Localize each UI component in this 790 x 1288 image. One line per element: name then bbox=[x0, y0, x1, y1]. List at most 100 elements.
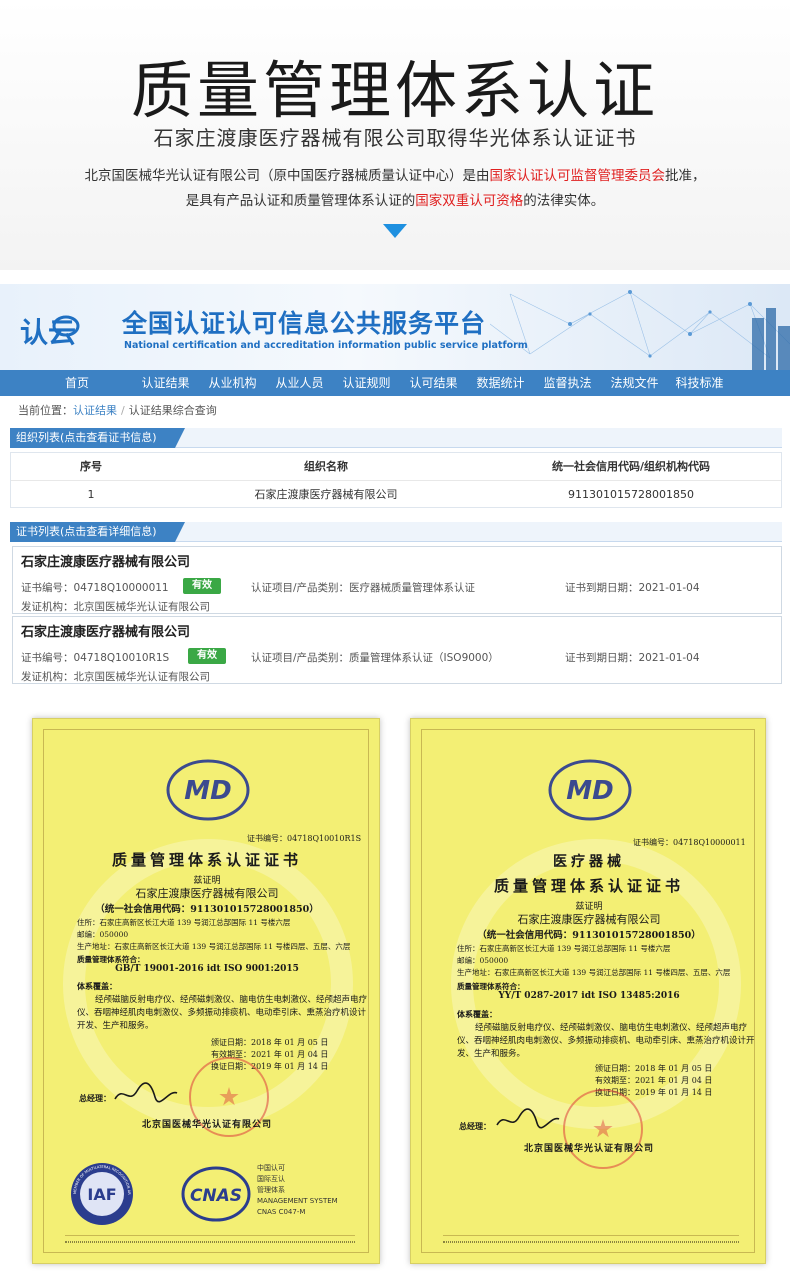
seal-stamp-icon bbox=[563, 1089, 643, 1169]
platform-screenshot: 认云 全国认证认可信息公共服务平台 National certification… bbox=[0, 284, 790, 690]
cert-issue-date: 颁证日期：2018 年 01 月 05 日 bbox=[595, 1064, 713, 1073]
page-title: 质量管理体系认证 bbox=[130, 54, 659, 127]
platform-logo-icon: 认云 bbox=[20, 315, 80, 349]
cert-issuer: 北京国医械华光认证有限公司 bbox=[523, 1144, 654, 1154]
breadcrumb-label: 当前位置： bbox=[18, 404, 73, 417]
nav-standards[interactable]: 科技标准 bbox=[668, 370, 731, 396]
intro-section: 质量管理体系认证 石家庄渡康医疗器械有限公司取得华光体系认证证书 北京国医械华光… bbox=[0, 0, 790, 270]
cert-standard: YY/T 0287-2017 idt ISO 13485:2016 bbox=[498, 991, 680, 1001]
cert-postcode: 邮编：050000 bbox=[457, 956, 509, 965]
cert-postcode: 邮编：050000 bbox=[77, 930, 129, 939]
desc-line2-highlight: 国家双重认可资格 bbox=[415, 193, 524, 209]
breadcrumb-link[interactable]: 认证结果 bbox=[73, 404, 117, 417]
nav-supervision[interactable]: 监督执法 bbox=[534, 370, 601, 396]
cert-list-item[interactable]: 石家庄渡康医疗器械有限公司 证书编号：04718Q10000011 有效 认证项… bbox=[12, 546, 782, 614]
intro-description: 北京国医械华光认证有限公司（原中国医疗器械质量认证中心）是由国家认证认可监督管理… bbox=[40, 164, 750, 214]
cert-site-address: 生产地址：石家庄高新区长江大道 139 号润江总部国际 11 号楼四层、五层、六… bbox=[457, 968, 731, 977]
nav-cert-results[interactable]: 认证结果 bbox=[132, 370, 199, 396]
cnas-logo-icon: CNAS bbox=[181, 1166, 251, 1222]
status-badge: 有效 bbox=[188, 648, 226, 664]
iaf-logo-text: IAF bbox=[87, 1185, 116, 1204]
arrow-down-icon bbox=[383, 224, 407, 238]
cert-standard: GB/T 19001-2016 idt ISO 9001:2015 bbox=[115, 964, 299, 974]
platform-title-en: National certification and accreditation… bbox=[124, 340, 528, 351]
signature-icon bbox=[496, 1108, 560, 1129]
cnas-caption: 中国认可 国际互认 管理体系 MANAGEMENT SYSTEM CNAS C0… bbox=[257, 1163, 338, 1218]
cert-list-item[interactable]: 石家庄渡康医疗器械有限公司 证书编号：04718Q10010R1S 有效 认证项… bbox=[12, 616, 782, 684]
cnas-line: CNAS C047-M bbox=[257, 1208, 306, 1216]
footer-divider bbox=[443, 1235, 739, 1236]
cert-scope: 经颅磁脑反射电疗仪、经颅磁刺激仪、脑电仿生电刺激仪、经颅超声电疗仪、吞咽神经肌肉… bbox=[77, 995, 368, 1031]
nav-accreditation[interactable]: 认可结果 bbox=[400, 370, 467, 396]
nav-regulations[interactable]: 法规文件 bbox=[601, 370, 668, 396]
desc-line1-a: 北京国医械华光认证有限公司（原中国医疗器械质量认证中心）是由 bbox=[84, 168, 490, 184]
cert-site-address: 生产地址：石家庄高新区长江大道 139 号润江总部国际 11 号楼四层、五层、六… bbox=[77, 942, 351, 951]
cert-valid-until: 有效期至：2021 年 01 月 04 日 bbox=[595, 1076, 713, 1085]
cert-scope: 经颅磁脑反射电疗仪、经颅磁刺激仪、脑电仿生电刺激仪、经颅超声电疗仪、吞咽神经肌肉… bbox=[457, 1023, 755, 1059]
cnas-line: 国际互认 bbox=[257, 1175, 285, 1183]
cert-section-tab[interactable]: 证书列表(点击查看详细信息) bbox=[10, 522, 185, 542]
nav-home[interactable]: 首页 bbox=[0, 370, 132, 396]
cell-org-name[interactable]: 石家庄渡康医疗器械有限公司 bbox=[171, 481, 481, 509]
cert-issuer: 北京国医械华光认证有限公司 bbox=[141, 1120, 272, 1130]
certificate-title-2: 质量管理体系认证证书 bbox=[493, 877, 684, 895]
org-table: 序号 组织名称 统一社会信用代码/组织机构代码 1 石家庄渡康医疗器械有限公司 … bbox=[10, 452, 782, 508]
nav-practitioners[interactable]: 从业人员 bbox=[266, 370, 333, 396]
gm-label: 总经理： bbox=[459, 1121, 491, 1131]
breadcrumb-separator: / bbox=[121, 404, 125, 417]
iaf-logo-icon: MEMBER OF MULTILATERAL RECOGNITION ARRAN… bbox=[69, 1161, 133, 1225]
desc-line2-b: 的法律实体。 bbox=[523, 193, 605, 209]
col-header-code: 统一社会信用代码/组织机构代码 bbox=[551, 460, 711, 473]
footer-divider bbox=[65, 1235, 355, 1236]
cert-section-bar: 证书列表(点击查看详细信息) bbox=[10, 522, 782, 542]
cert-number: 证书编号：04718Q10010R1S bbox=[21, 652, 170, 664]
cert-expiry: 证书到期日期：2021-01-04 bbox=[565, 582, 700, 594]
cert-org-name: 石家庄渡康医疗器械有限公司 bbox=[135, 887, 279, 900]
md-logo-icon: MD bbox=[166, 759, 250, 821]
desc-line1-b: 批准， bbox=[665, 168, 706, 184]
col-header-org: 组织名称 bbox=[304, 460, 348, 473]
col-header-index: 序号 bbox=[80, 460, 102, 473]
cnas-logo-text: CNAS bbox=[190, 1186, 242, 1206]
breadcrumb: 当前位置：认证结果 / 认证结果综合查询 bbox=[18, 402, 217, 418]
table-row[interactable]: 1 石家庄渡康医疗器械有限公司 911301015728001850 bbox=[11, 481, 781, 509]
cnas-line: MANAGEMENT SYSTEM bbox=[257, 1197, 338, 1205]
cert-issuer: 发证机构：北京国医械华光认证有限公司 bbox=[21, 601, 210, 613]
signature-icon bbox=[114, 1082, 178, 1103]
cert-address: 住所：石家庄高新区长江大道 139 号润江总部国际 11 号楼六层 bbox=[77, 918, 291, 927]
cert-number: 证书编号：04718Q10010R1S bbox=[247, 834, 362, 843]
cert-project: 认证项目/产品类别：医疗器械质量管理体系认证 bbox=[251, 582, 476, 594]
cell-index: 1 bbox=[87, 488, 95, 501]
footer-fine-print bbox=[65, 1241, 355, 1243]
cert-project: 认证项目/产品类别：质量管理体系认证（ISO9000） bbox=[251, 652, 499, 664]
certificate-iso9001: MD 证书编号：04718Q10010R1S 质量管理体系认证证书 兹证明 石家… bbox=[32, 718, 380, 1264]
nav-cert-rules[interactable]: 认证规则 bbox=[333, 370, 400, 396]
cert-expiry: 证书到期日期：2021-01-04 bbox=[565, 652, 700, 664]
cert-org-name[interactable]: 石家庄渡康医疗器械有限公司 bbox=[21, 621, 190, 640]
certificate-title: 质量管理体系认证证书 bbox=[111, 851, 302, 869]
md-logo-text: MD bbox=[566, 776, 613, 806]
cert-scope-label: 体系覆盖： bbox=[77, 981, 117, 991]
table-header-row: 序号 组织名称 统一社会信用代码/组织机构代码 bbox=[11, 453, 781, 481]
gm-label: 总经理： bbox=[79, 1093, 111, 1103]
network-mesh-decoration bbox=[490, 290, 790, 370]
footer-fine-print bbox=[443, 1241, 739, 1243]
org-section-tab[interactable]: 组织列表(点击查看证书信息) bbox=[10, 428, 185, 448]
md-logo-icon: MD bbox=[548, 759, 632, 821]
desc-line2-a: 是具有产品认证和质量管理体系认证的 bbox=[185, 193, 416, 209]
org-section-bar: 组织列表(点击查看证书信息) bbox=[10, 428, 782, 448]
certificate-title-1: 医疗器械 bbox=[553, 854, 625, 870]
nav-institutions[interactable]: 从业机构 bbox=[199, 370, 266, 396]
status-badge: 有效 bbox=[183, 578, 221, 594]
cert-scope-label: 体系覆盖： bbox=[457, 1009, 497, 1019]
cert-org-name[interactable]: 石家庄渡康医疗器械有限公司 bbox=[21, 551, 190, 570]
certificate-iso13485: MD 证书编号：04718Q10000011 医疗器械 质量管理体系认证证书 兹… bbox=[410, 718, 766, 1264]
nav-statistics[interactable]: 数据统计 bbox=[467, 370, 534, 396]
platform-nav: 首页 认证结果 从业机构 从业人员 认证规则 认可结果 数据统计 监督执法 法规… bbox=[0, 370, 790, 396]
md-logo-text: MD bbox=[184, 776, 231, 806]
cell-credit-code: 911301015728001850 bbox=[568, 488, 694, 501]
breadcrumb-current: 认证结果综合查询 bbox=[128, 404, 217, 417]
platform-logo-text: 认云 bbox=[20, 316, 76, 349]
platform-header: 认云 全国认证认可信息公共服务平台 National certification… bbox=[0, 284, 790, 370]
cert-issue-date: 颁证日期：2018 年 01 月 05 日 bbox=[211, 1038, 329, 1047]
